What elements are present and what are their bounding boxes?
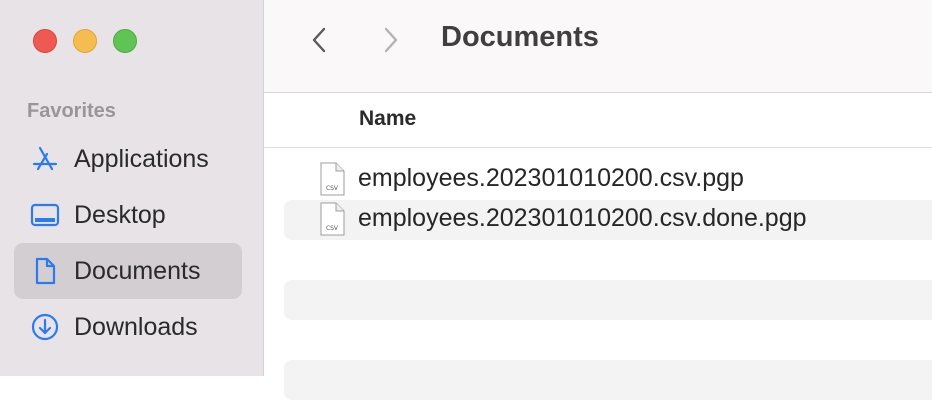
back-button[interactable] — [302, 22, 336, 58]
empty-row — [284, 360, 932, 400]
sidebar-item-label: Desktop — [74, 200, 166, 229]
window-title: Documents — [441, 21, 599, 53]
close-button[interactable] — [33, 29, 57, 53]
sidebar-item-desktop[interactable]: Desktop — [14, 187, 242, 243]
empty-row — [284, 280, 932, 320]
applications-icon — [30, 144, 60, 174]
chevron-right-icon — [384, 27, 398, 53]
file-name: employees.202301010200.csv.done.pgp — [358, 204, 807, 232]
csv-file-icon: CSV — [319, 162, 345, 196]
sidebar-item-downloads[interactable]: Downloads — [14, 299, 242, 355]
window-controls — [33, 29, 137, 53]
column-header-bar: Name — [264, 93, 932, 148]
file-name: employees.202301010200.csv.pgp — [358, 164, 744, 192]
sidebar-item-documents[interactable]: Documents — [14, 243, 242, 299]
sidebar-item-applications[interactable]: Applications — [14, 131, 242, 187]
file-row[interactable]: CSV employees.202301010200.csv.pgp — [284, 160, 932, 200]
desktop-icon — [30, 200, 60, 230]
file-row[interactable]: CSV employees.202301010200.csv.done.pgp — [284, 200, 932, 240]
file-icon-label: CSV — [326, 185, 339, 192]
column-header-name[interactable]: Name — [359, 107, 416, 131]
file-list: CSV employees.202301010200.csv.pgp CSV e… — [284, 160, 932, 400]
zoom-button[interactable] — [113, 29, 137, 53]
file-icon-label: CSV — [326, 225, 339, 232]
minimize-button[interactable] — [73, 29, 97, 53]
sidebar-item-label: Applications — [74, 144, 209, 173]
document-icon — [30, 256, 60, 286]
empty-row — [284, 320, 932, 360]
toolbar: Documents — [264, 0, 932, 93]
chevron-left-icon — [312, 27, 326, 53]
forward-button[interactable] — [374, 22, 408, 58]
csv-file-icon: CSV — [319, 202, 345, 236]
sidebar: Favorites Applications Desktop Documents… — [0, 0, 264, 376]
sidebar-item-label: Downloads — [74, 312, 198, 341]
sidebar-section-favorites: Favorites — [27, 100, 116, 122]
downloads-icon — [30, 312, 60, 342]
sidebar-item-label: Documents — [74, 256, 201, 285]
sidebar-nav: Applications Desktop Documents Downloads — [14, 131, 242, 355]
empty-row — [284, 240, 932, 280]
